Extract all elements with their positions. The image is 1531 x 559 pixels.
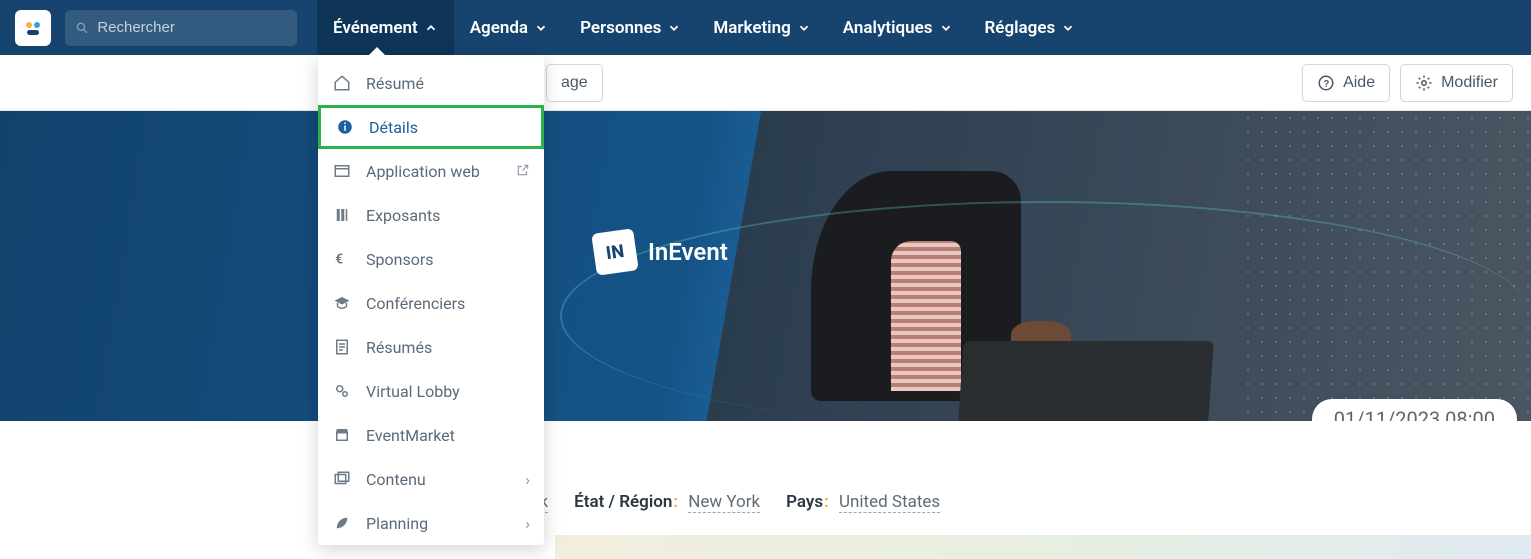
svg-text:?: ? bbox=[1323, 78, 1329, 89]
button-label: Modifier bbox=[1441, 74, 1498, 92]
dd-appweb[interactable]: Application web bbox=[318, 149, 544, 193]
nav-label: Analytiques bbox=[843, 18, 933, 38]
help-button[interactable]: ? Aide bbox=[1302, 64, 1390, 102]
dd-eventmarket[interactable]: EventMarket bbox=[318, 413, 544, 457]
chevron-up-icon bbox=[424, 21, 438, 35]
edit-button[interactable]: Modifier bbox=[1400, 64, 1513, 102]
nav-reglages[interactable]: Réglages bbox=[969, 0, 1092, 55]
search-box[interactable] bbox=[65, 10, 297, 46]
nav-marketing[interactable]: Marketing bbox=[697, 0, 826, 55]
meta-etat-label: État / Région bbox=[574, 492, 678, 512]
evenement-dropdown: Résumé Détails Application web Exposants… bbox=[318, 55, 544, 545]
dd-sponsors[interactable]: € Sponsors bbox=[318, 237, 544, 281]
images-icon bbox=[332, 470, 352, 488]
nav-personnes[interactable]: Personnes bbox=[564, 0, 697, 55]
dd-label: Sponsors bbox=[366, 250, 434, 269]
meta-pays-label: Pays bbox=[786, 492, 829, 512]
dd-conferenciers[interactable]: Conférenciers bbox=[318, 281, 544, 325]
nav-label: Agenda bbox=[470, 18, 528, 38]
event-meta: nt Ville New York État / Région New York… bbox=[380, 492, 1531, 512]
nav-label: Marketing bbox=[713, 18, 790, 38]
page-button-partial[interactable]: age bbox=[546, 64, 603, 102]
nav-label: Réglages bbox=[985, 18, 1056, 38]
dd-label: Planning bbox=[366, 514, 428, 533]
map-preview[interactable] bbox=[555, 535, 1531, 559]
dd-planning[interactable]: Planning › bbox=[318, 501, 544, 545]
search-input[interactable] bbox=[97, 19, 287, 36]
dd-label: Application web bbox=[366, 162, 480, 181]
dd-label: Résumés bbox=[366, 338, 432, 357]
dd-details[interactable]: Détails bbox=[318, 105, 544, 149]
meta-pays-value[interactable]: United States bbox=[839, 492, 940, 513]
page-content: age ? Aide Modifier IN InEvent 01/11 bbox=[0, 55, 1531, 559]
gear-icon bbox=[1415, 74, 1433, 92]
svg-text:€: € bbox=[335, 252, 343, 268]
chevron-down-icon bbox=[667, 21, 681, 35]
dd-resumes[interactable]: Résumés bbox=[318, 325, 544, 369]
dd-contenu[interactable]: Contenu › bbox=[318, 457, 544, 501]
dd-virtuallobby[interactable]: Virtual Lobby bbox=[318, 369, 544, 413]
meta-etat-value[interactable]: New York bbox=[688, 492, 760, 513]
dd-label: Résumé bbox=[366, 74, 424, 93]
hero-brand: IN InEvent bbox=[594, 231, 728, 273]
nav-label: Personnes bbox=[580, 18, 661, 38]
dd-exposants[interactable]: Exposants bbox=[318, 193, 544, 237]
document-icon bbox=[332, 338, 352, 356]
dd-label: EventMarket bbox=[366, 426, 455, 445]
chevron-down-icon bbox=[1061, 21, 1075, 35]
button-label: age bbox=[561, 74, 588, 92]
chevron-down-icon bbox=[939, 21, 953, 35]
app-logo[interactable] bbox=[15, 10, 51, 46]
chevron-right-icon: › bbox=[525, 514, 530, 533]
search-icon bbox=[75, 20, 89, 36]
help-icon: ? bbox=[1317, 74, 1335, 92]
nav-agenda[interactable]: Agenda bbox=[454, 0, 564, 55]
event-datetime: 01/11/2023 08:00 bbox=[1334, 407, 1495, 421]
dd-label: Conférenciers bbox=[366, 294, 465, 313]
event-title: ent bbox=[380, 443, 1531, 478]
nav-label: Événement bbox=[333, 18, 418, 38]
chevron-down-icon bbox=[534, 21, 548, 35]
gears-icon bbox=[332, 382, 352, 400]
window-icon bbox=[332, 162, 352, 180]
chevron-right-icon: › bbox=[525, 470, 530, 489]
graduation-icon bbox=[332, 294, 352, 312]
home-icon bbox=[332, 74, 352, 92]
brand-name: InEvent bbox=[648, 238, 728, 266]
dd-label: Exposants bbox=[366, 206, 440, 225]
info-icon bbox=[335, 118, 355, 136]
page-toolbar: age ? Aide Modifier bbox=[0, 55, 1531, 111]
columns-icon bbox=[332, 206, 352, 224]
dd-label: Contenu bbox=[366, 470, 426, 489]
leaf-icon bbox=[332, 514, 352, 532]
top-bar: Événement Agenda Personnes Marketing Ana… bbox=[0, 0, 1531, 55]
hero-banner: IN InEvent 01/11/2023 08:00 bbox=[0, 111, 1531, 421]
euro-icon: € bbox=[332, 250, 352, 268]
external-link-icon bbox=[516, 162, 530, 181]
store-icon bbox=[332, 426, 352, 444]
event-datetime-chip: 01/11/2023 08:00 bbox=[1312, 399, 1517, 421]
dd-resume[interactable]: Résumé bbox=[318, 61, 544, 105]
button-label: Aide bbox=[1343, 74, 1375, 92]
dd-label: Détails bbox=[369, 118, 418, 137]
main-nav: Événement Agenda Personnes Marketing Ana… bbox=[317, 0, 1091, 55]
dd-label: Virtual Lobby bbox=[366, 382, 460, 401]
chevron-down-icon bbox=[797, 21, 811, 35]
brand-logo-icon: IN bbox=[591, 228, 638, 275]
nav-analytiques[interactable]: Analytiques bbox=[827, 0, 969, 55]
